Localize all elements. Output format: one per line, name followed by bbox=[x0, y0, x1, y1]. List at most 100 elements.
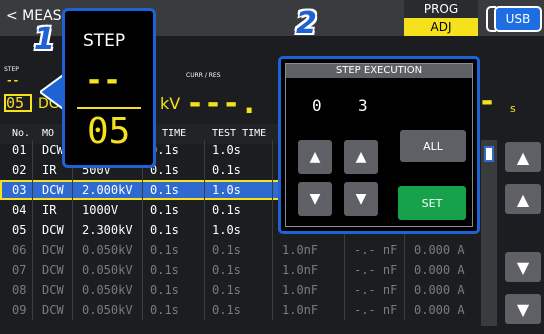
cell-rise-time: 0.1s bbox=[150, 243, 179, 257]
column-divider bbox=[142, 240, 143, 260]
cell-no: 07 bbox=[12, 263, 27, 277]
column-divider bbox=[272, 280, 273, 300]
column-divider bbox=[204, 180, 205, 200]
panel-title: STEP EXECUTION bbox=[286, 64, 472, 78]
cell-voltage: 2.300kV bbox=[82, 223, 133, 237]
ones-down-button[interactable]: ▼ bbox=[344, 182, 378, 216]
down-icon: ▼ bbox=[516, 299, 530, 319]
column-divider bbox=[204, 200, 205, 220]
step-execution-panel: STEP EXECUTION 0 3 ▲ ▲ ▼ ▼ ALL SET bbox=[278, 56, 480, 234]
tens-down-button[interactable]: ▼ bbox=[298, 182, 332, 216]
column-divider bbox=[72, 240, 73, 260]
cell-test-time: 0.1s bbox=[212, 163, 241, 177]
all-button[interactable]: ALL bbox=[400, 130, 466, 162]
column-divider bbox=[204, 300, 205, 320]
cell-current: 0.000 A bbox=[414, 263, 465, 277]
column-divider bbox=[32, 300, 33, 320]
cell-limit: 1.0nF bbox=[282, 263, 319, 277]
column-divider bbox=[72, 180, 73, 200]
table-row[interactable]: 07 DCW 0.050kV 0.1s 0.1s 1.0nF -.- nF 0.000 A bbox=[0, 260, 478, 280]
column-divider bbox=[404, 300, 405, 320]
set-button[interactable]: SET bbox=[398, 186, 466, 220]
column-divider bbox=[72, 260, 73, 280]
callout-1: 1 bbox=[34, 22, 55, 57]
page-down-button[interactable]: ▼ bbox=[505, 294, 541, 324]
cell-voltage: 1000V bbox=[82, 203, 119, 217]
cell-test-time: 0.1s bbox=[212, 203, 241, 217]
cell-voltage: 0.050kV bbox=[82, 243, 133, 257]
column-divider bbox=[204, 240, 205, 260]
cell-test-time: 0.1s bbox=[212, 283, 241, 297]
column-divider bbox=[272, 260, 273, 280]
scrollbar-track[interactable] bbox=[481, 140, 497, 326]
cell-current: 0.000 A bbox=[414, 303, 465, 317]
adj-label: ADJ bbox=[404, 18, 478, 36]
header-mode: MO bbox=[42, 128, 55, 139]
column-divider bbox=[204, 260, 205, 280]
cell-current: 0.000 A bbox=[414, 283, 465, 297]
tens-up-button[interactable]: ▲ bbox=[298, 140, 332, 174]
column-divider bbox=[272, 140, 273, 160]
column-divider bbox=[32, 240, 33, 260]
step-zoom-panel: STEP -- 05 bbox=[62, 8, 156, 168]
cell-no: 01 bbox=[12, 143, 27, 157]
table-row[interactable]: 08 DCW 0.050kV 0.1s 0.1s 1.0nF -.- nF 0.000 A bbox=[0, 280, 478, 300]
column-divider bbox=[272, 200, 273, 220]
cell-mode: IR bbox=[42, 203, 57, 217]
scroll-up-button[interactable]: ▲ bbox=[505, 184, 541, 214]
up-icon: ▲ bbox=[309, 149, 321, 165]
step-digit-tens: 0 bbox=[312, 96, 322, 115]
cell-rise-time: 0.1s bbox=[150, 203, 179, 217]
column-divider bbox=[32, 200, 33, 220]
step-zoom-label: STEP bbox=[83, 31, 126, 51]
down-icon: ▼ bbox=[516, 257, 530, 277]
column-divider bbox=[32, 220, 33, 240]
cell-voltage: 0.050kV bbox=[82, 303, 133, 317]
step-zoom-value: 05 bbox=[87, 111, 131, 152]
scrollbar-thumb[interactable] bbox=[484, 146, 494, 162]
cell-no: 02 bbox=[12, 163, 27, 177]
cell-test-time: 0.1s bbox=[212, 263, 241, 277]
voltage-unit: kV bbox=[160, 94, 181, 113]
page-up-button[interactable]: ▲ bbox=[505, 142, 541, 172]
column-divider bbox=[32, 140, 33, 160]
up-icon: ▲ bbox=[516, 147, 530, 167]
step-zoom-dash: -- bbox=[85, 63, 122, 98]
cell-limit: 1.0nF bbox=[282, 243, 319, 257]
column-divider bbox=[272, 240, 273, 260]
cell-capacitance: -.- nF bbox=[354, 303, 398, 317]
table-row[interactable]: 09 DCW 0.050kV 0.1s 0.1s 1.0nF -.- nF 0.000 A bbox=[0, 300, 478, 320]
curr-res-readout: ---. bbox=[186, 86, 259, 121]
column-divider bbox=[72, 280, 73, 300]
usb-button[interactable]: USB bbox=[494, 6, 542, 32]
step-digit-ones: 3 bbox=[358, 96, 368, 115]
step-zoom-divider bbox=[77, 107, 141, 109]
column-divider bbox=[404, 260, 405, 280]
prog-adj-indicator[interactable]: PROG ADJ bbox=[404, 0, 478, 36]
column-divider bbox=[72, 220, 73, 240]
cell-mode: DCW bbox=[42, 243, 64, 257]
cell-mode: DCW bbox=[42, 143, 64, 157]
cell-rise-time: 0.1s bbox=[150, 263, 179, 277]
scroll-down-button[interactable]: ▼ bbox=[505, 252, 541, 282]
cell-rise-time: 0.1s bbox=[150, 183, 179, 197]
tester-screen: < MEAS PROG ADJ USB STEP -- 05 DC kV CUR… bbox=[0, 0, 544, 334]
cell-mode: DCW bbox=[42, 303, 64, 317]
header-no: No. bbox=[12, 128, 31, 139]
column-divider bbox=[204, 160, 205, 180]
column-divider bbox=[204, 280, 205, 300]
cell-test-time: 1.0s bbox=[212, 183, 241, 197]
table-row[interactable]: 06 DCW 0.050kV 0.1s 0.1s 1.0nF -.- nF 0.000 A bbox=[0, 240, 478, 260]
cell-test-time: 0.1s bbox=[212, 303, 241, 317]
column-divider bbox=[404, 240, 405, 260]
cell-mode: DCW bbox=[42, 283, 64, 297]
cell-test-time: 1.0s bbox=[212, 223, 241, 237]
cell-mode: DCW bbox=[42, 183, 64, 197]
column-divider bbox=[142, 200, 143, 220]
column-divider bbox=[142, 260, 143, 280]
column-divider bbox=[272, 220, 273, 240]
ones-up-button[interactable]: ▲ bbox=[344, 140, 378, 174]
column-divider bbox=[272, 300, 273, 320]
down-icon: ▼ bbox=[309, 191, 321, 207]
prog-label: PROG bbox=[404, 0, 478, 18]
